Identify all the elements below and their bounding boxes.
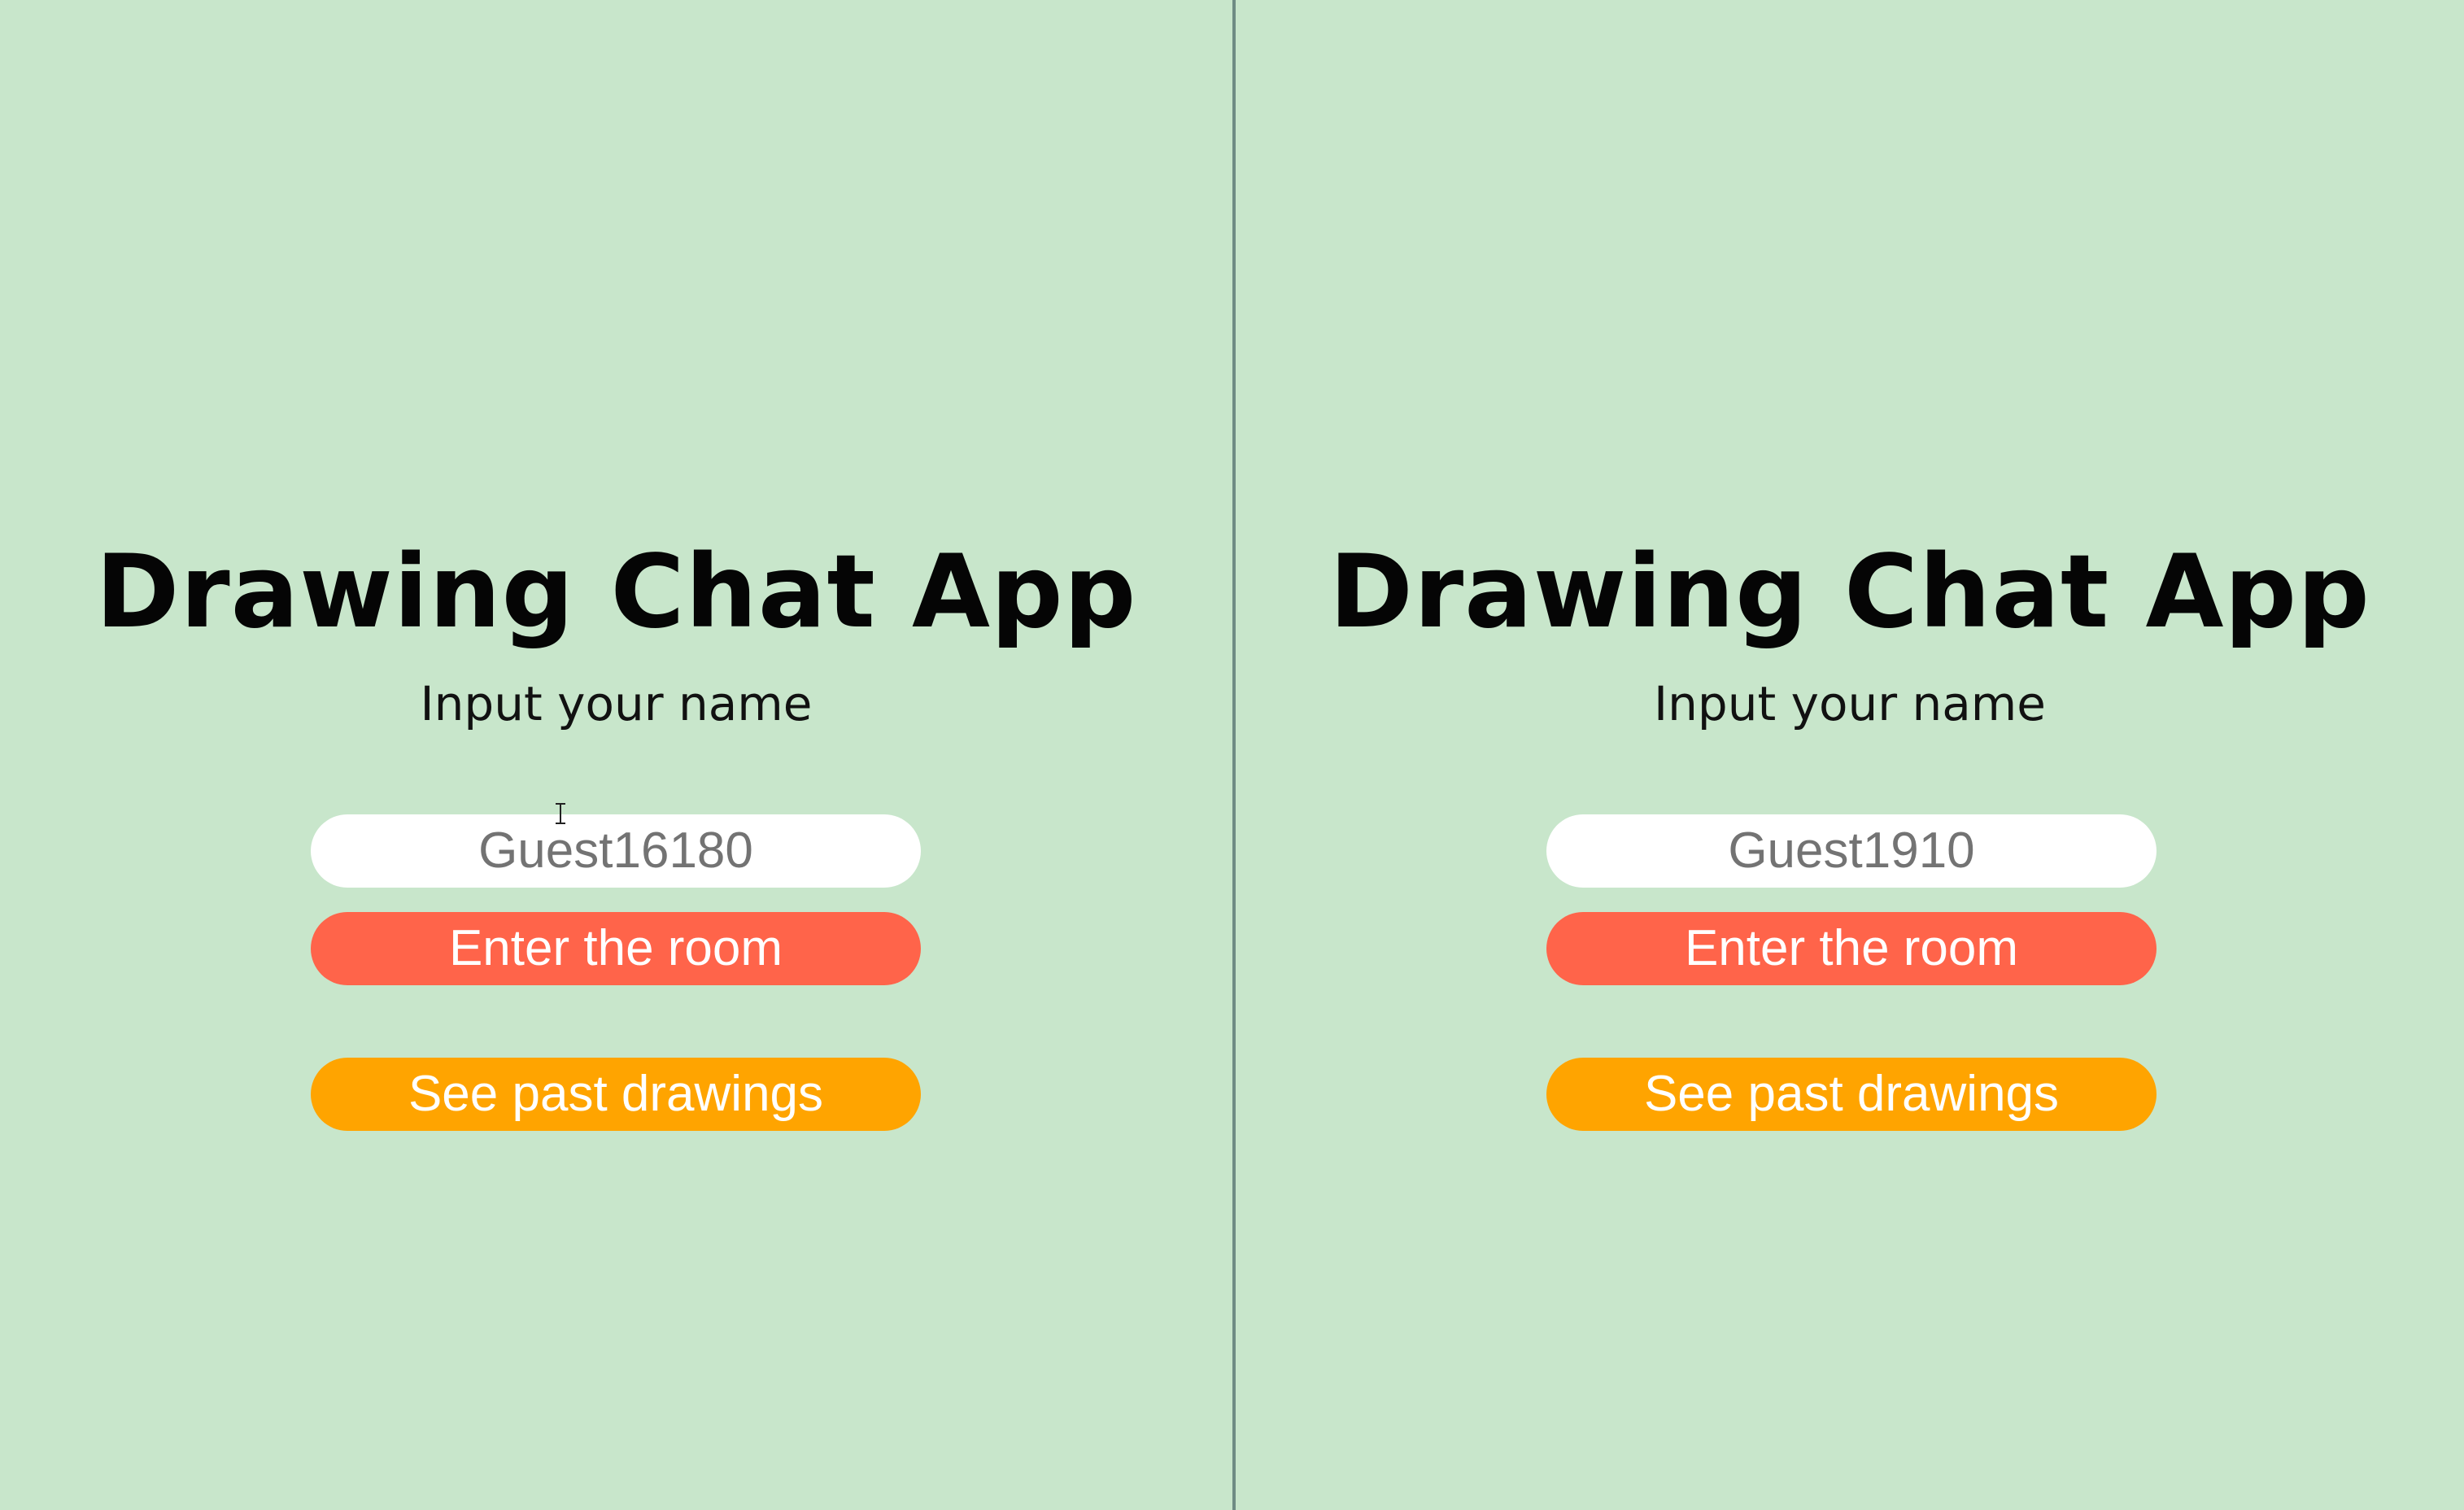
- name-prompt: Input your name: [420, 676, 813, 731]
- see-past-drawings-button[interactable]: See past drawings: [1546, 1058, 2157, 1131]
- page-title: Drawing Chat App: [95, 534, 1137, 652]
- name-prompt: Input your name: [1654, 676, 2046, 731]
- see-past-drawings-button[interactable]: See past drawings: [311, 1058, 921, 1131]
- page-title: Drawing Chat App: [1329, 534, 2370, 652]
- name-input[interactable]: [1546, 814, 2157, 888]
- enter-room-button[interactable]: Enter the room: [1546, 912, 2157, 985]
- left-login-pane: Drawing Chat App Input your name Enter t…: [0, 0, 1232, 1510]
- right-login-pane: Drawing Chat App Input your name Enter t…: [1236, 0, 2464, 1510]
- enter-room-button[interactable]: Enter the room: [311, 912, 921, 985]
- text-cursor-icon: [556, 803, 565, 824]
- split-app-window: Drawing Chat App Input your name Enter t…: [0, 0, 2464, 1510]
- name-input[interactable]: [311, 814, 921, 888]
